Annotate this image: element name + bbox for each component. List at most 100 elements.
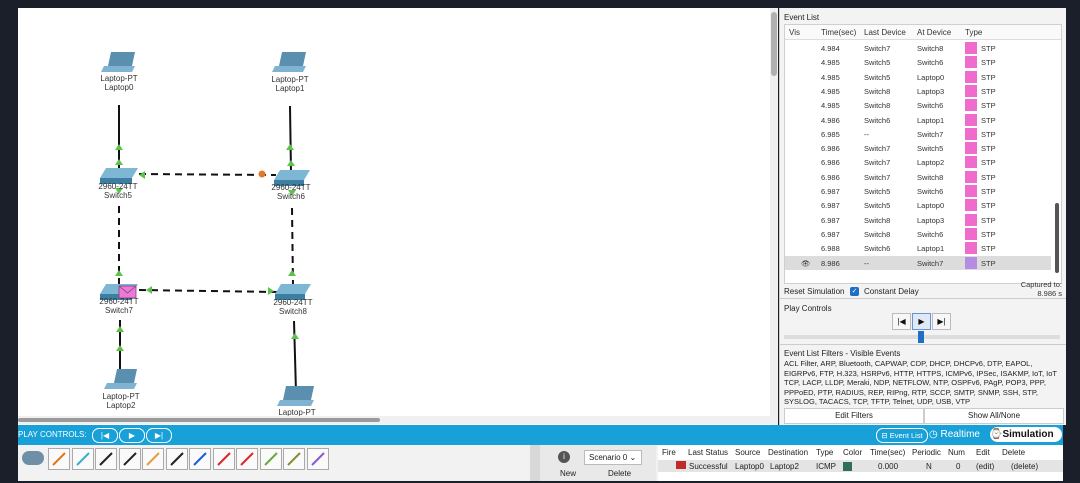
serial-dte-cable-icon[interactable] <box>236 448 258 470</box>
laptop1-label: Laptop-PT Laptop1 <box>271 75 309 93</box>
event-type: STP <box>981 115 996 125</box>
fire-icon[interactable] <box>676 461 686 469</box>
constant-delay-checkbox[interactable]: ✓ <box>850 287 859 296</box>
fiber-cable-icon[interactable] <box>142 448 164 470</box>
straight-through-cable-icon[interactable] <box>95 448 117 470</box>
console-cable-icon[interactable] <box>71 448 94 470</box>
link-switch7-switch8[interactable] <box>138 289 279 293</box>
pdu-list-table[interactable]: Fire Last Status Source Destination Type… <box>658 445 1063 481</box>
event-color-swatch <box>965 227 977 240</box>
event-row[interactable]: 6.987 Switch8 Switch6 STP <box>785 227 1051 241</box>
event-list-table[interactable]: Vis Time(sec) Last Device At Device Type… <box>784 24 1062 284</box>
pdu-delete-link[interactable]: (delete) <box>1011 462 1038 471</box>
slider-knob[interactable] <box>918 331 924 343</box>
event-row[interactable]: 6.986 Switch7 Laptop2 STP <box>785 155 1051 169</box>
laptop1-icon[interactable] <box>272 52 306 72</box>
col-vis: Vis <box>789 28 800 37</box>
event-last-device: Switch7 <box>864 158 891 168</box>
pdu-col-delete: Delete <box>1002 448 1026 457</box>
event-row[interactable]: 6.985 -- Switch7 STP <box>785 127 1051 141</box>
bar-step-back-button[interactable]: |◀ <box>92 428 118 443</box>
event-type: STP <box>981 229 996 239</box>
event-row[interactable]: 4.984 Switch7 Switch8 STP <box>785 41 1051 55</box>
event-row[interactable]: 6.987 Switch8 Laptop3 STP <box>785 213 1051 227</box>
scenario-select[interactable]: Scenario 0 ⌄ <box>584 450 642 465</box>
switch8-label: 2960-24TT Switch8 <box>273 298 313 316</box>
pdu-row[interactable]: Successful Laptop0 Laptop2 ICMP 0.000 N … <box>658 460 1063 472</box>
event-type: STP <box>981 129 996 139</box>
panel-divider <box>530 445 540 481</box>
workspace-vertical-scrollbar[interactable] <box>770 8 778 425</box>
laptop2-icon[interactable] <box>104 369 137 389</box>
event-row[interactable]: 6.987 Switch5 Switch6 STP <box>785 184 1051 198</box>
link-switch5-switch6[interactable] <box>138 173 277 176</box>
visible-eye-icon[interactable]: 👁 <box>801 259 811 268</box>
phone-cable-icon[interactable] <box>165 448 188 470</box>
event-at-device: Switch5 <box>917 144 944 154</box>
bar-step-forward-button[interactable]: ▶| <box>146 428 172 443</box>
crossover-cable-icon[interactable] <box>118 448 141 470</box>
event-list-scrollbar[interactable] <box>1055 203 1059 273</box>
event-color-swatch <box>965 127 977 140</box>
step-back-button[interactable]: |◀ <box>892 313 911 330</box>
event-color-swatch <box>965 242 977 255</box>
link-switch8-laptop3[interactable] <box>293 320 297 393</box>
workspace-horizontal-scrollbar[interactable] <box>18 416 770 424</box>
event-row[interactable]: 6.987 Switch5 Laptop0 STP <box>785 198 1051 212</box>
edit-filters-button[interactable]: Edit Filters <box>784 408 924 424</box>
event-row[interactable]: 👁 8.986 -- Switch7 STP <box>785 255 1051 270</box>
bar-play-button[interactable]: ▶ <box>119 428 145 443</box>
event-type: STP <box>981 215 996 225</box>
laptop3-icon[interactable] <box>277 386 314 406</box>
event-row[interactable]: 6.988 Switch6 Laptop1 STP <box>785 241 1051 255</box>
serial-dce-cable-icon[interactable] <box>212 448 235 470</box>
event-row[interactable]: 6.986 Switch7 Switch5 STP <box>785 141 1051 155</box>
event-row[interactable]: 4.985 Switch8 Laptop3 STP <box>785 84 1051 98</box>
event-time: 4.986 <box>821 115 840 125</box>
pdu-col-periodic: Periodic <box>912 448 941 457</box>
event-time: 6.987 <box>821 215 840 225</box>
event-time: 6.988 <box>821 244 840 254</box>
connections-category-icon[interactable] <box>22 451 44 465</box>
event-list-title: Event List <box>784 13 820 22</box>
event-time: 6.987 <box>821 187 840 196</box>
octal-cable-icon[interactable] <box>259 448 282 470</box>
event-row[interactable]: 6.986 Switch7 Switch8 STP <box>785 170 1051 184</box>
coaxial-cable-icon[interactable] <box>189 448 211 470</box>
pdu-edit-link[interactable]: (edit) <box>976 462 994 471</box>
play-speed-slider[interactable] <box>784 331 1060 343</box>
event-last-device: Switch7 <box>864 172 891 182</box>
step-forward-button[interactable]: ▶| <box>932 313 951 330</box>
event-at-device: Laptop3 <box>917 215 945 225</box>
event-color-swatch <box>965 213 977 226</box>
show-all-none-button[interactable]: Show All/None <box>924 408 1064 424</box>
event-at-device: Laptop1 <box>917 115 945 125</box>
iot-custom-cable-icon[interactable] <box>283 448 305 470</box>
simulation-mode-button[interactable]: ⌚Simulation <box>990 427 1062 442</box>
event-row[interactable]: 4.985 Switch5 Laptop0 STP <box>785 70 1051 84</box>
event-row[interactable]: 4.986 Switch6 Laptop1 STP <box>785 113 1051 127</box>
top-bar <box>0 0 1080 8</box>
switch7-label: 2960-24TT Switch7 <box>99 297 139 315</box>
event-list-toggle[interactable]: ⊟ Event List <box>876 428 928 443</box>
pdu-periodic: N <box>926 462 932 471</box>
event-row[interactable]: 4.985 Switch8 Switch6 STP <box>785 98 1051 112</box>
event-at-device: Switch6 <box>917 229 944 239</box>
event-type: STP <box>981 101 996 111</box>
pdu-col-color: Color <box>843 448 863 457</box>
event-list-header: Vis Time(sec) Last Device At Device Type <box>785 25 1061 40</box>
info-icon[interactable]: i <box>558 451 570 463</box>
event-time: 6.987 <box>821 229 840 239</box>
realtime-mode-button[interactable]: ◷ Realtime <box>929 427 989 442</box>
event-at-device: Laptop0 <box>917 201 945 211</box>
event-type: STP <box>981 187 996 196</box>
laptop0-icon[interactable] <box>101 52 135 72</box>
logical-workspace[interactable]: Laptop-PT Laptop0 Laptop-PT Laptop1 2960-2… <box>18 8 770 425</box>
pdu-col-source: Source <box>735 448 761 457</box>
lightning-auto-icon[interactable] <box>48 448 70 470</box>
usb-cable-icon[interactable] <box>306 448 329 470</box>
event-last-device: Switch5 <box>864 58 891 68</box>
play-button[interactable]: ▶ <box>912 313 931 330</box>
event-at-device: Laptop3 <box>917 86 945 96</box>
event-row[interactable]: 4.985 Switch5 Switch6 STP <box>785 55 1051 69</box>
